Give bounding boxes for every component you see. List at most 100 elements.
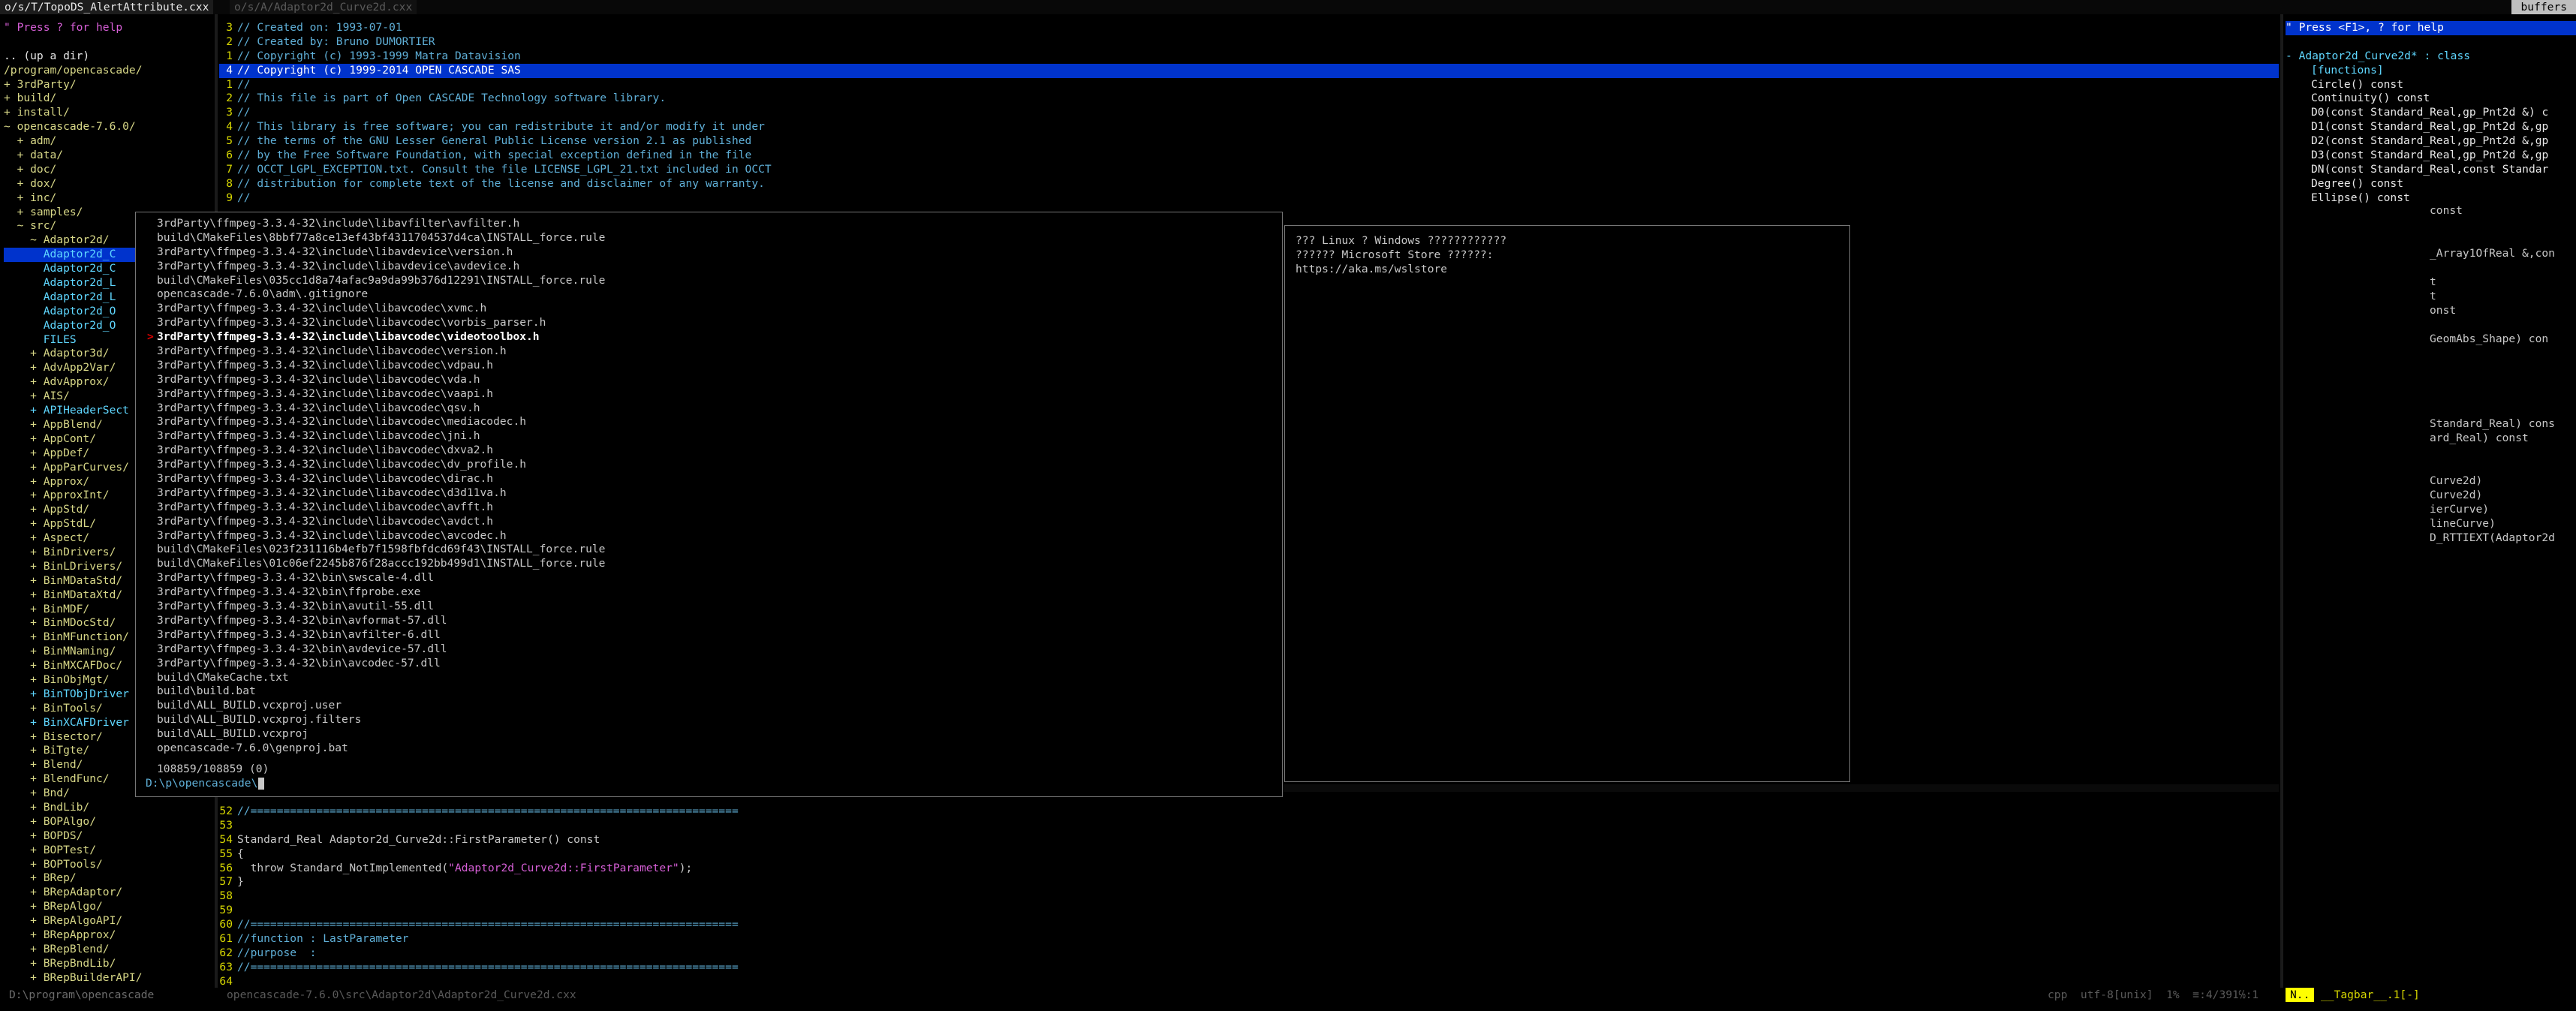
split-separator-right[interactable] bbox=[2280, 14, 2283, 988]
finder-result-item[interactable]: opencascade-7.6.0\genproj.bat bbox=[147, 742, 1273, 756]
finder-result-item[interactable]: 3rdParty\ffmpeg-3.3.4-32\bin\avutil-55.d… bbox=[147, 600, 1273, 614]
finder-result-item[interactable]: 3rdParty\ffmpeg-3.3.4-32\bin\avfilter-6.… bbox=[147, 628, 1273, 642]
finder-result-item[interactable]: 3rdParty\ffmpeg-3.3.4-32\include\libavco… bbox=[147, 429, 1273, 444]
tree-item[interactable]: + BOPAlgo/ bbox=[4, 815, 216, 829]
finder-result-item[interactable]: build\ALL_BUILD.vcxproj.filters bbox=[147, 713, 1273, 727]
tree-item[interactable]: + BRepAlgoAPI/ bbox=[4, 914, 216, 928]
tree-item[interactable]: + BRepAdaptor/ bbox=[4, 886, 216, 900]
tree-item[interactable]: + doc/ bbox=[4, 163, 216, 177]
finder-result-item[interactable]: 3rdParty\ffmpeg-3.3.4-32\bin\avdevice-57… bbox=[147, 642, 1273, 657]
tagbar-function-item[interactable]: Ellipse() const bbox=[2286, 191, 2576, 206]
finder-result-item[interactable]: 3rdParty\ffmpeg-3.3.4-32\bin\ffprobe.exe bbox=[147, 585, 1273, 600]
tagbar-partial-entry[interactable]: ard_Real) const bbox=[2430, 432, 2529, 446]
tagbar-partial-entry[interactable]: const bbox=[2430, 204, 2463, 218]
tree-up-dir[interactable]: .. (up a dir) bbox=[4, 50, 216, 64]
finder-result-item[interactable]: 3rdParty\ffmpeg-3.3.4-32\include\libavco… bbox=[147, 387, 1273, 402]
tagbar-partial-entry[interactable]: Curve2d) bbox=[2430, 489, 2482, 503]
tagbar-class-adaptor2d-curve2d[interactable]: - Adaptor2d_Curve2d* : class bbox=[2286, 50, 2576, 64]
finder-result-item[interactable]: 3rdParty\ffmpeg-3.3.4-32\include\libavco… bbox=[147, 515, 1273, 529]
finder-result-item[interactable]: 3rdParty\ffmpeg-3.3.4-32\include\libavco… bbox=[147, 373, 1273, 387]
tree-item[interactable]: + adm/ bbox=[4, 134, 216, 149]
finder-result-item[interactable]: 3rdParty\ffmpeg-3.3.4-32\bin\avformat-57… bbox=[147, 614, 1273, 628]
tab-topods-alertattribute[interactable]: o/s/T/TopoDS_AlertAttribute.cxx bbox=[0, 0, 214, 14]
tree-item[interactable]: + dox/ bbox=[4, 177, 216, 191]
tagbar-partial-entry[interactable]: Standard_Real) cons bbox=[2430, 417, 2555, 432]
finder-result-item[interactable]: 3rdParty\ffmpeg-3.3.4-32\include\libavco… bbox=[147, 486, 1273, 501]
tree-item[interactable]: + BRepApprox/ bbox=[4, 928, 216, 943]
tagbar-function-item[interactable]: D1(const Standard_Real,gp_Pnt2d &,gp bbox=[2286, 120, 2576, 134]
finder-result-item[interactable]: build\CMakeFiles\035cc1d8a74afac9a9da99b… bbox=[147, 274, 1273, 288]
code-text: // Created by: Bruno DUMORTIER bbox=[237, 35, 435, 48]
buffers-button[interactable]: buffers bbox=[2511, 0, 2576, 14]
finder-result-item[interactable]: 3rdParty\ffmpeg-3.3.4-32\include\libavco… bbox=[147, 529, 1273, 543]
finder-result-text: build\CMakeCache.txt bbox=[157, 670, 289, 684]
finder-result-item[interactable]: 3rdParty\ffmpeg-3.3.4-32\include\libavco… bbox=[147, 472, 1273, 486]
finder-result-item[interactable]: build\CMakeFiles\023f231116b4efb7f1598fb… bbox=[147, 543, 1273, 557]
finder-result-item[interactable]: 3rdParty\ffmpeg-3.3.4-32\bin\avcodec-57.… bbox=[147, 657, 1273, 671]
code-line: 61 //function : LastParameter bbox=[219, 932, 2279, 946]
editor-bottom-pane[interactable]: 52 //====================================… bbox=[219, 805, 2279, 988]
finder-result-item[interactable]: build\ALL_BUILD.vcxproj.user bbox=[147, 699, 1273, 713]
finder-result-item[interactable]: build\build.bat bbox=[147, 685, 1273, 699]
tagbar-function-item[interactable]: Circle() const bbox=[2286, 78, 2576, 92]
tagbar-function-item[interactable]: D3(const Standard_Real,gp_Pnt2d &,gp bbox=[2286, 149, 2576, 163]
tree-item[interactable]: + BOPTest/ bbox=[4, 844, 216, 858]
tree-item[interactable]: + install/ bbox=[4, 106, 216, 120]
finder-result-item[interactable]: build\CMakeCache.txt bbox=[147, 671, 1273, 685]
finder-prompt-input[interactable]: D:\p\opencascade\ bbox=[146, 777, 265, 791]
tree-item[interactable]: ~ opencascade-7.6.0/ bbox=[4, 120, 216, 134]
tree-item[interactable]: + BRepBuilderAPI/ bbox=[4, 971, 216, 985]
tree-item[interactable]: + BRepBndLib/ bbox=[4, 957, 216, 971]
finder-result-item[interactable]: 3rdParty\ffmpeg-3.3.4-32\include\libavco… bbox=[147, 402, 1273, 416]
editor-top-pane[interactable]: 3 // Created on: 1993-07-01 2 // Created by… bbox=[219, 21, 2279, 207]
finder-result-item[interactable]: 3rdParty\ffmpeg-3.3.4-32\include\libavco… bbox=[147, 444, 1273, 458]
tagbar-function-item[interactable]: D2(const Standard_Real,gp_Pnt2d &,gp bbox=[2286, 134, 2576, 149]
finder-result-item[interactable]: build\CMakeFiles\01c06ef2245b876f28accc1… bbox=[147, 557, 1273, 571]
finder-result-item[interactable]: 3rdParty\ffmpeg-3.3.4-32\include\libavfi… bbox=[147, 217, 1273, 231]
tagbar-partial-entry[interactable]: ierCurve) bbox=[2430, 503, 2489, 517]
tagbar-partial-entry[interactable]: GeomAbs_Shape) con bbox=[2430, 332, 2548, 347]
tagbar-partial-entry[interactable]: t bbox=[2430, 290, 2436, 304]
tagbar-partial-entry[interactable]: lineCurve) bbox=[2430, 517, 2496, 531]
finder-result-item[interactable]: 3rdParty\ffmpeg-3.3.4-32\include\libavco… bbox=[147, 345, 1273, 359]
finder-result-text: 3rdParty\ffmpeg-3.3.4-32\include\libavco… bbox=[157, 387, 494, 400]
finder-result-item[interactable]: 3rdParty\ffmpeg-3.3.4-32\include\libavco… bbox=[147, 501, 1273, 515]
tree-item[interactable]: + BRepBlend/ bbox=[4, 943, 216, 957]
finder-result-item[interactable]: 3rdParty\ffmpeg-3.3.4-32\bin\swscale-4.d… bbox=[147, 571, 1273, 585]
line-number: 53 bbox=[219, 818, 233, 832]
tagbar-function-item[interactable]: DN(const Standard_Real,const Standar bbox=[2286, 163, 2576, 177]
finder-result-item[interactable]: >3rdParty\ffmpeg-3.3.4-32\include\libavc… bbox=[147, 330, 1273, 345]
finder-result-item[interactable]: 3rdParty\ffmpeg-3.3.4-32\include\libavco… bbox=[147, 302, 1273, 316]
tagbar-partial-entry[interactable]: D_RTTIEXT(Adaptor2d bbox=[2430, 531, 2555, 546]
finder-result-item[interactable]: build\CMakeFiles\8bbf77a8ce13ef43bf43117… bbox=[147, 231, 1273, 245]
tree-item[interactable]: + BOPDS/ bbox=[4, 829, 216, 844]
tree-item[interactable]: + data/ bbox=[4, 149, 216, 163]
finder-result-item[interactable]: 3rdParty\ffmpeg-3.3.4-32\include\libavde… bbox=[147, 260, 1273, 274]
tree-item[interactable]: + inc/ bbox=[4, 191, 216, 206]
finder-result-item[interactable]: 3rdParty\ffmpeg-3.3.4-32\include\libavco… bbox=[147, 458, 1273, 472]
tree-item[interactable]: + build/ bbox=[4, 92, 216, 106]
tagbar-partial-entry[interactable]: t bbox=[2430, 275, 2436, 290]
finder-prompt-text: D:\p\opencascade\ bbox=[146, 777, 258, 790]
line-number: 2 bbox=[226, 35, 233, 48]
tagbar-function-item[interactable]: Degree() const bbox=[2286, 177, 2576, 191]
tree-item[interactable]: + BOPTools/ bbox=[4, 858, 216, 872]
tagbar-partial-entry[interactable]: _Array1OfReal &,con bbox=[2430, 247, 2555, 261]
finder-result-item[interactable]: 3rdParty\ffmpeg-3.3.4-32\include\libavco… bbox=[147, 359, 1273, 373]
code-line: 56 throw Standard_NotImplemented("Adapto… bbox=[219, 862, 2279, 876]
tagbar-group-functions[interactable]: [functions] bbox=[2286, 64, 2576, 78]
tree-item[interactable]: + BndLib/ bbox=[4, 801, 216, 815]
tree-item[interactable]: + 3rdParty/ bbox=[4, 78, 216, 92]
tree-item[interactable]: + BRep/ bbox=[4, 871, 216, 886]
finder-result-item[interactable]: build\ALL_BUILD.vcxproj bbox=[147, 727, 1273, 742]
tree-item[interactable]: + BRepAlgo/ bbox=[4, 900, 216, 914]
tagbar-partial-entry[interactable]: onst bbox=[2430, 304, 2456, 318]
tagbar-partial-entry[interactable]: Curve2d) bbox=[2430, 474, 2482, 489]
finder-result-item[interactable]: 3rdParty\ffmpeg-3.3.4-32\include\libavco… bbox=[147, 415, 1273, 429]
tab-adaptor2d-curve2d[interactable]: o/s/A/Adaptor2d_Curve2d.cxx bbox=[230, 0, 417, 14]
finder-result-item[interactable]: opencascade-7.6.0\adm\.gitignore bbox=[147, 287, 1273, 302]
tagbar-function-item[interactable]: Continuity() const bbox=[2286, 92, 2576, 106]
finder-result-item[interactable]: 3rdParty\ffmpeg-3.3.4-32\include\libavco… bbox=[147, 316, 1273, 330]
tagbar-function-item[interactable]: D0(const Standard_Real,gp_Pnt2d &) c bbox=[2286, 106, 2576, 120]
finder-result-item[interactable]: 3rdParty\ffmpeg-3.3.4-32\include\libavde… bbox=[147, 245, 1273, 260]
